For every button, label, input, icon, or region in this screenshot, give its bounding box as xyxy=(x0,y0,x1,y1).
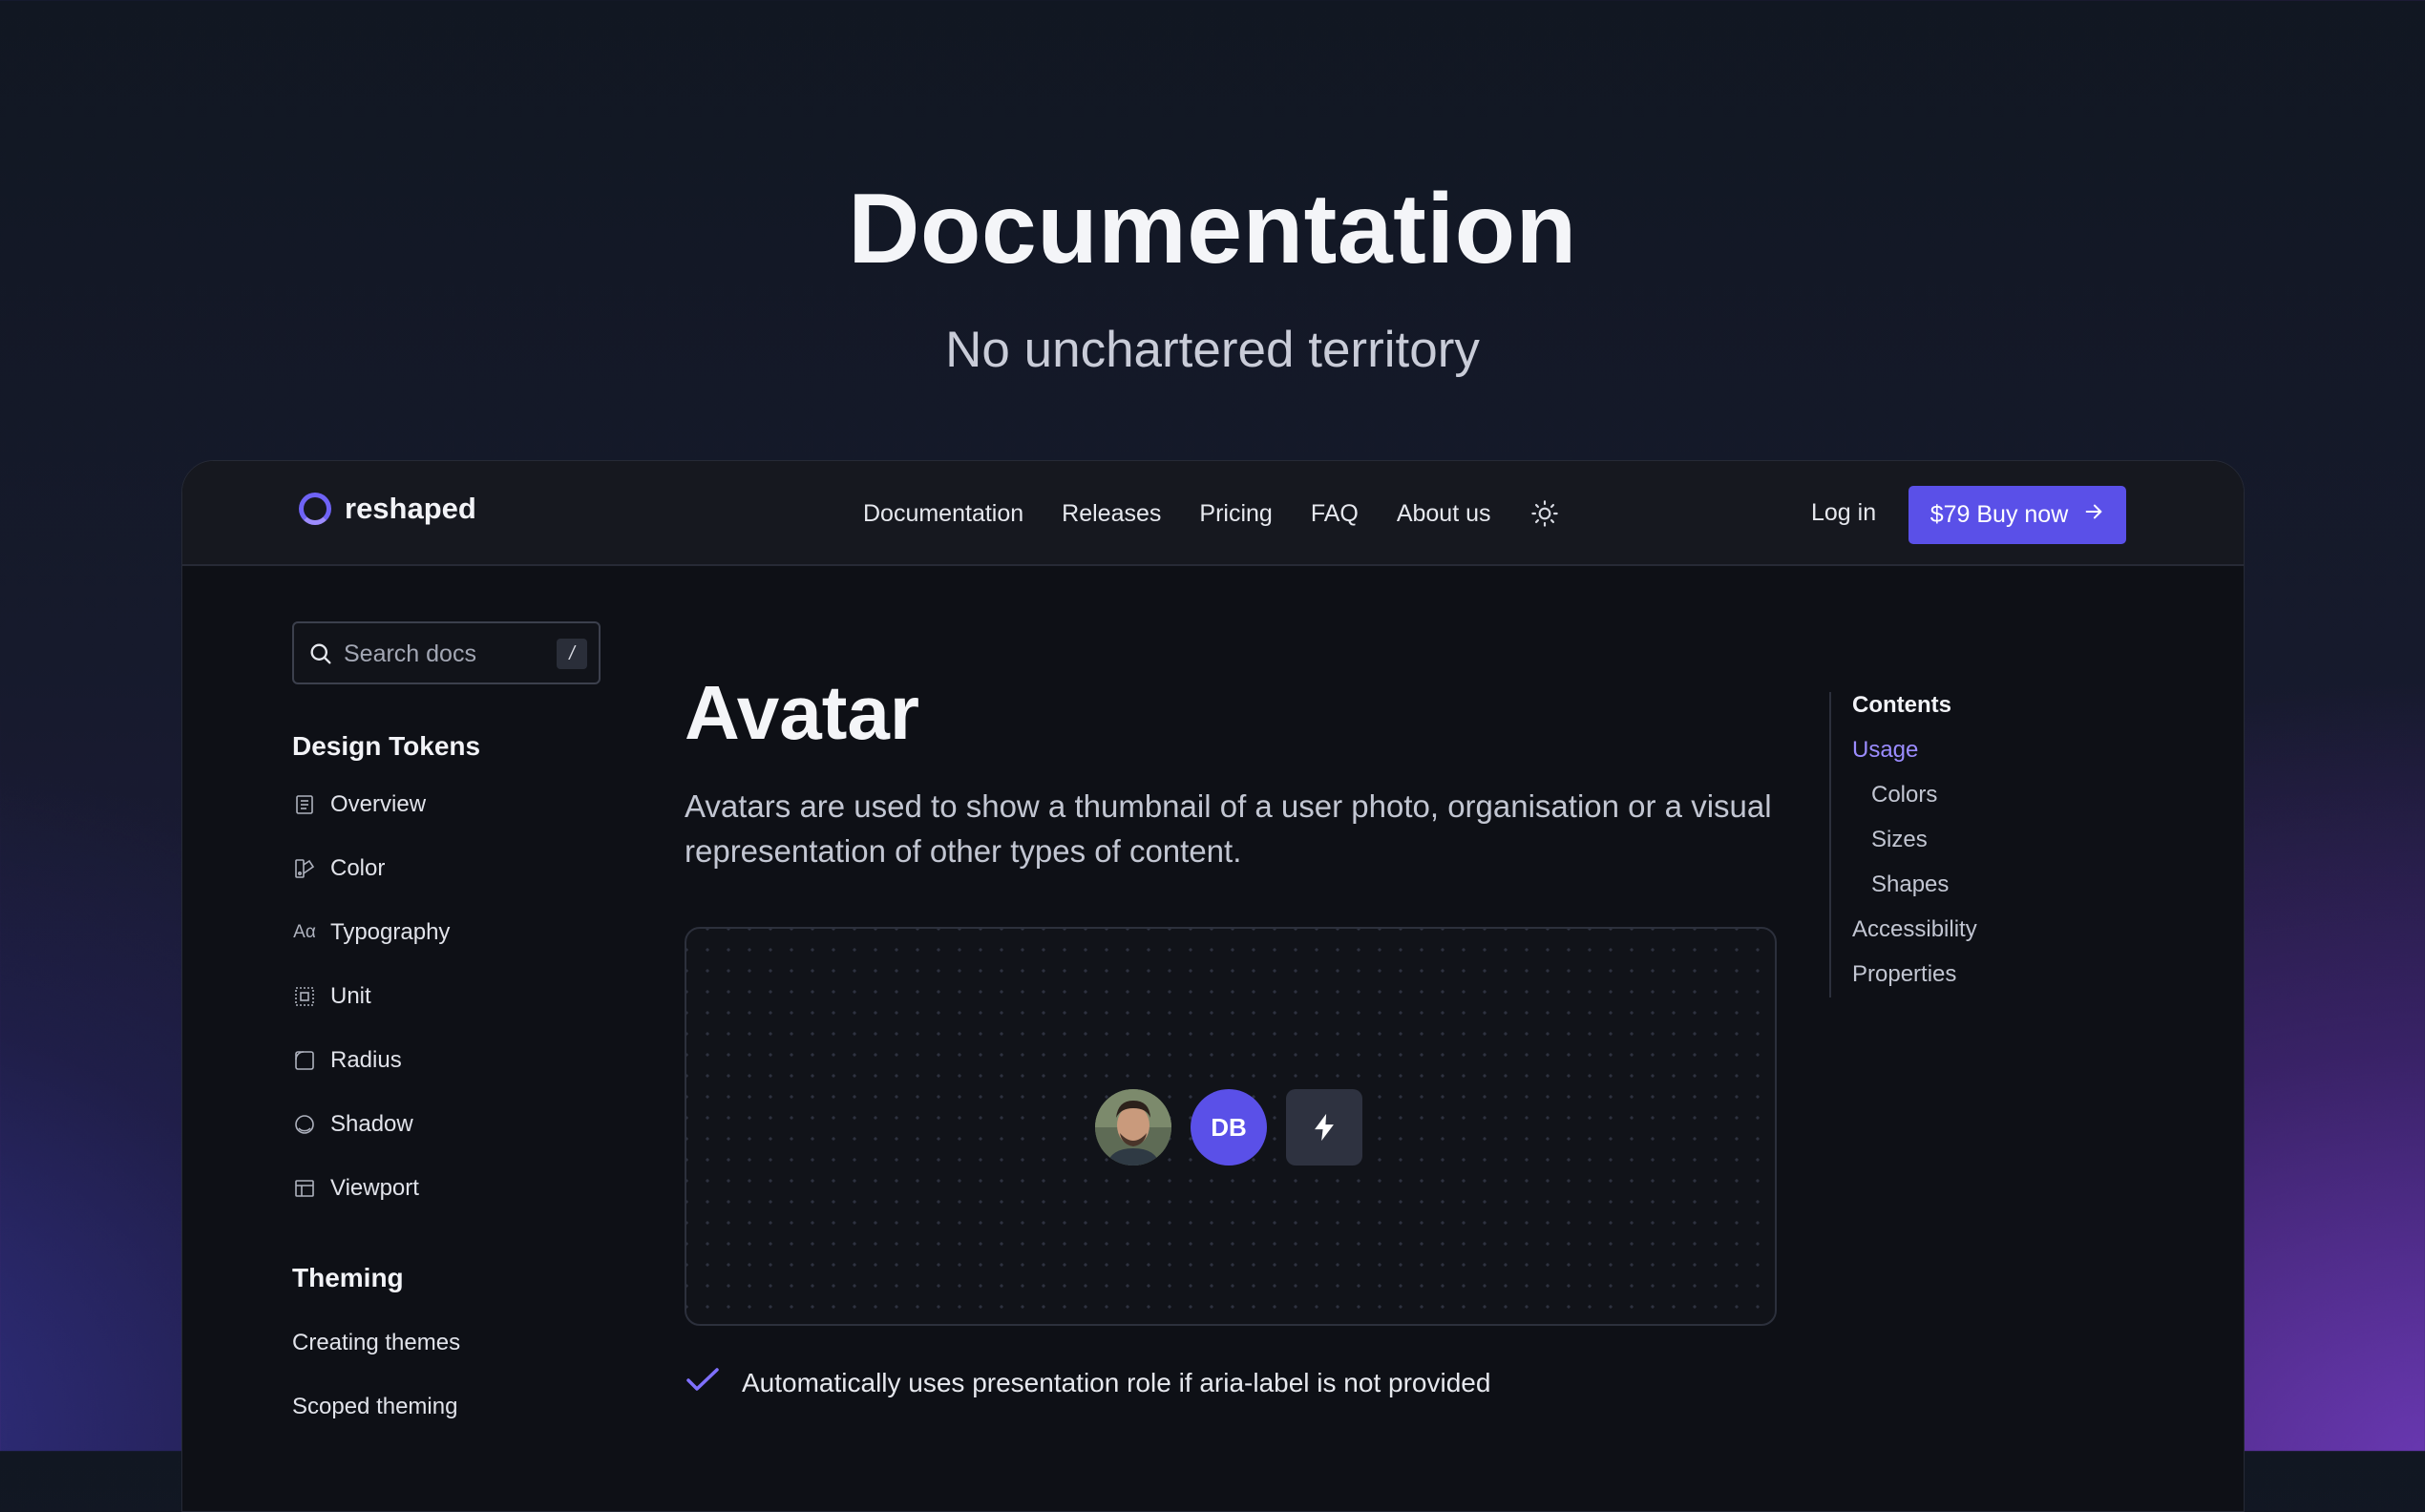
logo-text: reshaped xyxy=(345,492,476,525)
sidebar-item-scoped-theming[interactable]: Scoped theming xyxy=(292,1394,457,1420)
nav-documentation[interactable]: Documentation xyxy=(863,500,1023,528)
unit-icon xyxy=(292,984,317,1009)
lightning-icon xyxy=(1286,1089,1362,1166)
avatar-examples: DB xyxy=(1095,1089,1362,1166)
table-of-contents: Contents Usage Colors Sizes Shapes Acces… xyxy=(1829,692,1977,998)
sidebar-item-overview[interactable]: Overview xyxy=(292,791,426,818)
feature-text: Automatically uses presentation role if … xyxy=(742,1367,1491,1397)
toc-title: Contents xyxy=(1852,692,1951,718)
feature-item: Automatically uses presentation role if … xyxy=(685,1366,1490,1399)
toc-item-sizes[interactable]: Sizes xyxy=(1871,827,1928,853)
nav-faq[interactable]: FAQ xyxy=(1311,500,1359,528)
hero-subtitle: No unchartered territory xyxy=(945,322,1480,378)
search-input[interactable]: Search docs / xyxy=(292,621,601,684)
sidebar-item-creating-themes[interactable]: Creating themes xyxy=(292,1330,460,1356)
sidebar-item-color[interactable]: Color xyxy=(292,855,385,882)
search-placeholder: Search docs xyxy=(344,640,476,667)
toc-item-usage[interactable]: Usage xyxy=(1852,737,1918,764)
page-description: Avatars are used to show a thumbnail of … xyxy=(685,788,1772,869)
arrow-right-icon xyxy=(2083,501,2104,529)
buy-now-label: $79 Buy now xyxy=(1929,501,2069,528)
page-title: Avatar xyxy=(685,670,920,755)
sidebar-item-unit[interactable]: Unit xyxy=(292,983,371,1010)
nav-pricing[interactable]: Pricing xyxy=(1199,500,1272,528)
checkmark-icon xyxy=(685,1366,721,1399)
logo-icon xyxy=(299,493,331,525)
nav-releases[interactable]: Releases xyxy=(1062,500,1161,528)
palette-icon xyxy=(292,856,317,881)
toc-item-properties[interactable]: Properties xyxy=(1852,961,1956,988)
toc-item-accessibility[interactable]: Accessibility xyxy=(1852,916,1977,943)
buy-now-button[interactable]: $79 Buy now xyxy=(1908,486,2126,544)
radius-icon xyxy=(292,1048,317,1073)
logo[interactable]: reshaped xyxy=(299,492,476,526)
sidebar-item-label: Color xyxy=(330,855,386,881)
avatar-preview-panel: DB xyxy=(685,927,1777,1326)
document-icon xyxy=(292,792,317,817)
theming-heading: Theming xyxy=(292,1263,404,1292)
hero-title: Documentation xyxy=(848,174,1577,284)
sidebar-item-label: Overview xyxy=(330,791,427,817)
sidebar-item-label: Radius xyxy=(330,1047,402,1073)
design-tokens-heading: Design Tokens xyxy=(292,731,481,761)
search-shortcut-key: / xyxy=(557,639,587,669)
app-window: reshaped Documentation Releases Pricing … xyxy=(181,460,2245,1512)
search-icon xyxy=(307,640,334,672)
sun-icon[interactable] xyxy=(1529,498,1560,529)
top-navbar: reshaped Documentation Releases Pricing … xyxy=(182,461,2244,566)
shadow-icon xyxy=(292,1112,317,1137)
nav-about-us[interactable]: About us xyxy=(1397,500,1491,528)
main-nav: Documentation Releases Pricing FAQ About… xyxy=(863,490,1560,537)
sidebar-item-label: Typography xyxy=(330,919,451,945)
viewport-icon xyxy=(292,1176,317,1201)
avatar-photo xyxy=(1095,1089,1171,1166)
sidebar-item-radius[interactable]: Radius xyxy=(292,1047,402,1074)
sidebar-item-typography[interactable]: Aα Typography xyxy=(292,919,450,946)
sidebar-item-viewport[interactable]: Viewport xyxy=(292,1175,419,1202)
sidebar-item-shadow[interactable]: Shadow xyxy=(292,1111,413,1138)
toc-item-shapes[interactable]: Shapes xyxy=(1871,872,1949,898)
sidebar-item-label: Viewport xyxy=(330,1175,419,1201)
avatar-initials: DB xyxy=(1191,1089,1267,1166)
toc-item-colors[interactable]: Colors xyxy=(1871,782,1937,808)
login-link[interactable]: Log in xyxy=(1811,499,1876,527)
sidebar-item-label: Unit xyxy=(330,983,371,1009)
typography-icon: Aα xyxy=(293,922,316,942)
sidebar-item-label: Shadow xyxy=(330,1111,413,1137)
